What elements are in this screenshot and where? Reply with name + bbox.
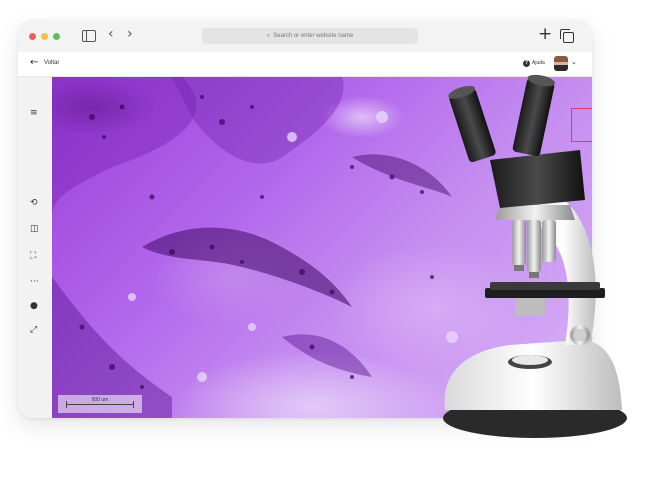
compare-icon[interactable]: ◫ [30,224,39,234]
tabs-icon[interactable] [560,29,574,43]
chevron-right-icon[interactable]: › [127,26,133,42]
fullscreen-icon[interactable]: ⤢ [30,325,37,335]
address-bar[interactable]: ⌕ Search or enter website name [202,28,418,44]
minimize-window-button[interactable] [41,33,48,40]
hamburger-menu-icon[interactable]: ≡ [30,108,38,118]
circle-icon[interactable]: ● [30,301,38,311]
maximize-window-button[interactable] [53,33,60,40]
browser-titlebar: ‹ › ⌕ Search or enter website name + [18,20,592,52]
more-icon[interactable]: ··· [30,277,39,287]
crop-icon[interactable]: ⛶ [30,251,36,261]
arrow-left-icon[interactable]: ← [30,57,38,68]
address-bar-placeholder: Search or enter website name [273,33,354,39]
help-link[interactable]: Ajuda [532,60,545,66]
help-icon[interactable]: ? [523,60,530,67]
microscope-illustration [443,74,627,438]
search-icon: ⌕ [266,32,271,39]
stage: ‹ › ⌕ Search or enter website name + ← Vo… [0,0,645,494]
chevron-left-icon[interactable]: ‹ [108,26,114,42]
tool-rail: ≡ ⟲ ◫ ⛶ ··· ● ⤢ [18,77,52,418]
plus-icon[interactable]: + [538,25,552,43]
rotate-icon[interactable]: ⟲ [30,198,38,208]
close-window-button[interactable] [29,33,36,40]
chevron-down-icon[interactable]: ⌄ [571,58,577,66]
back-link[interactable]: Voltar [44,60,59,66]
scale-bar-label: 500 um [91,397,109,403]
scale-bar: 500 um [58,395,142,413]
avatar[interactable] [554,56,568,71]
scale-bar-line [66,401,134,408]
sidebar-icon[interactable] [82,30,96,42]
